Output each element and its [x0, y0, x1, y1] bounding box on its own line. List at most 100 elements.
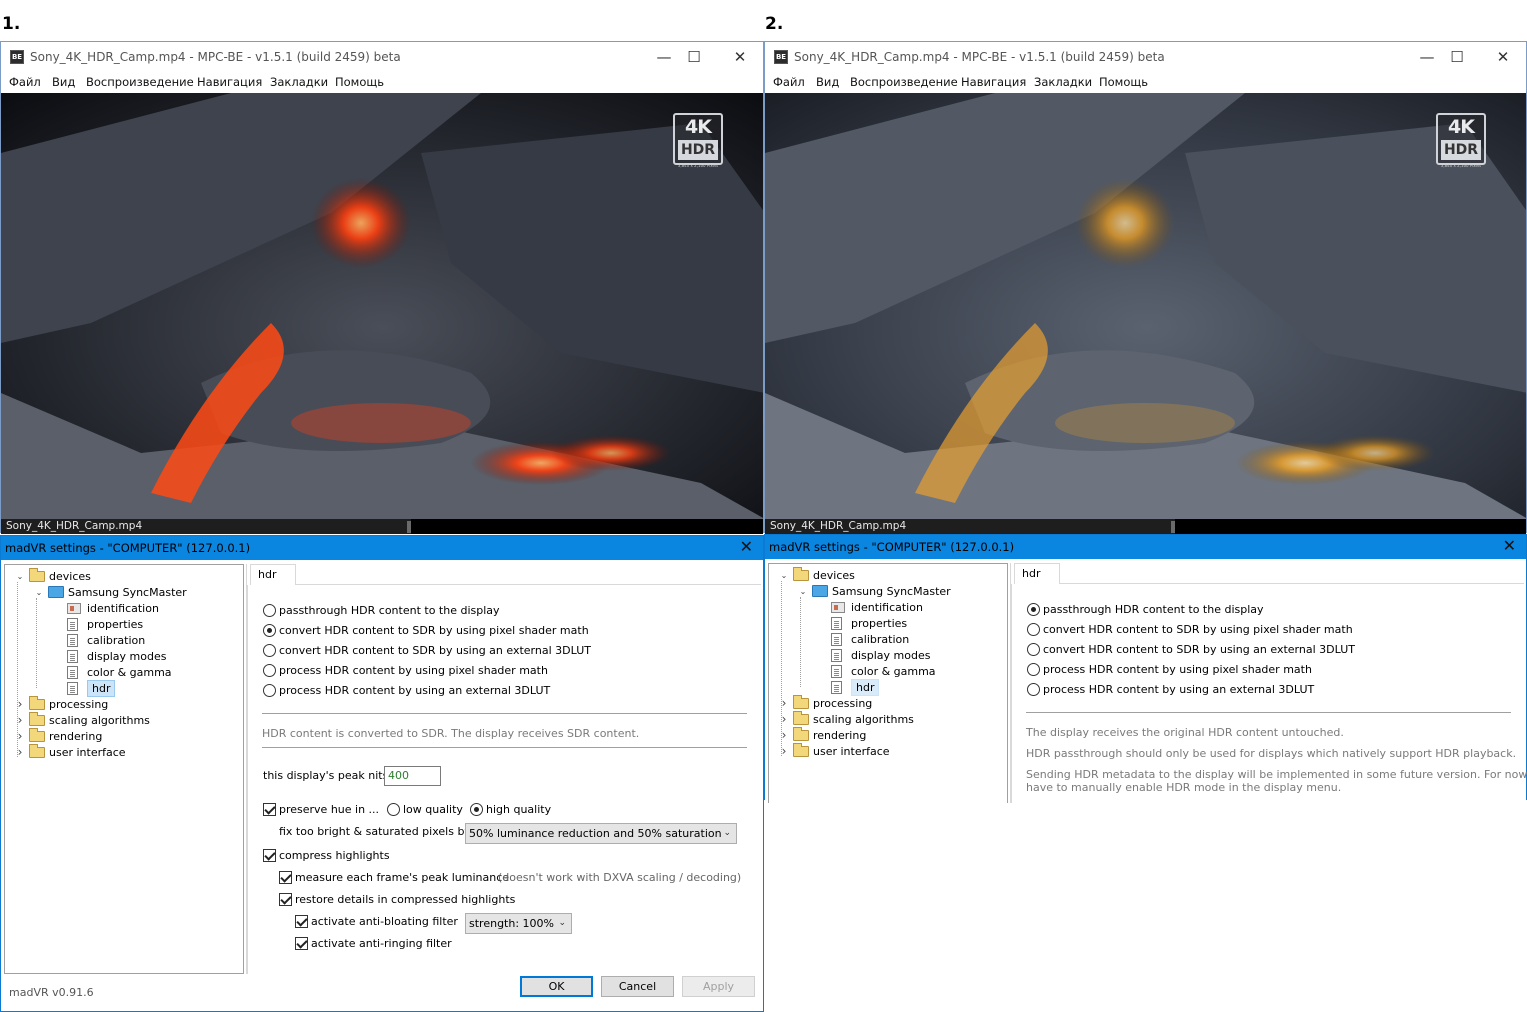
chevron-right-icon[interactable]: ›: [15, 713, 25, 728]
page-icon: [831, 633, 842, 646]
window-title: Sony_4K_HDR_Camp.mp4 - MPC-BE - v1.5.1 (…: [30, 50, 401, 64]
apply-button[interactable]: Apply: [682, 976, 755, 997]
menu-navigation[interactable]: Навигация: [961, 75, 1026, 89]
menu-playback[interactable]: Воспроизведение: [86, 75, 194, 89]
chevron-down-icon[interactable]: ⌄: [34, 585, 44, 600]
video-image-campfire-amber: [765, 93, 1526, 519]
settings-tree: ⌄ devices ⌄ Samsung SyncMaster identific…: [768, 563, 1008, 803]
madvr-title: madVR settings - "COMPUTER" (127.0.0.1): [769, 540, 1015, 554]
menu-bar: Файл Вид Воспроизведение Навигация Закла…: [1, 72, 763, 93]
video-frame[interactable]: 4K HDR 3,840 x 2,160 Pixels: [1, 93, 763, 519]
page-icon: [831, 665, 842, 678]
page-icon: [67, 618, 78, 631]
passthrough-note-2: HDR passthrough should only be used for …: [1026, 747, 1517, 760]
chevron-down-icon[interactable]: ⌄: [779, 568, 789, 583]
menu-bar: Файл Вид Воспроизведение Навигация Закла…: [765, 72, 1526, 93]
panel-1: BE Sony_4K_HDR_Camp.mp4 - MPC-BE - v1.5.…: [0, 41, 764, 1012]
settings-tree: ⌄ devices ⌄ Samsung SyncMaster identific…: [4, 564, 244, 974]
menu-view[interactable]: Вид: [816, 75, 839, 89]
title-bar[interactable]: BE Sony_4K_HDR_Camp.mp4 - MPC-BE - v1.5.…: [1, 42, 763, 72]
chevron-right-icon[interactable]: ›: [779, 696, 789, 711]
page-icon: [67, 650, 78, 663]
close-button[interactable]: ✕: [725, 46, 755, 68]
folder-icon: [29, 712, 45, 726]
seek-track[interactable]: [1175, 519, 1526, 534]
chevron-down-icon[interactable]: ⌄: [15, 569, 25, 584]
chevron-right-icon[interactable]: ›: [15, 729, 25, 744]
tab-hdr[interactable]: hdr: [1014, 563, 1060, 584]
mpc-app-icon: BE: [774, 50, 788, 64]
status-filename: Sony_4K_HDR_Camp.mp4: [6, 520, 143, 532]
madvr-title-bar[interactable]: madVR settings - "COMPUTER" (127.0.0.1) …: [1, 536, 763, 560]
monitor-icon: [48, 586, 64, 598]
menu-playback[interactable]: Воспроизведение: [850, 75, 958, 89]
page-icon: [831, 649, 842, 662]
mpc-app-icon: BE: [10, 50, 24, 64]
badge-hdr-text: HDR: [678, 140, 718, 160]
panel-2: BE Sony_4K_HDR_Camp.mp4 - MPC-BE - v1.5.…: [764, 41, 1527, 803]
menu-file[interactable]: Файл: [773, 75, 805, 89]
fix-pixels-label: fix too bright & saturated pixels by:: [279, 825, 474, 838]
4k-hdr-logo: 4K HDR 3,840 x 2,160 Pixels: [673, 113, 723, 168]
identification-icon: [831, 602, 845, 613]
hdr-settings-content: passthrough HDR content to the display c…: [1011, 584, 1527, 803]
minimize-button[interactable]: —: [649, 46, 679, 68]
page-icon: [831, 617, 842, 630]
madvr-close-icon[interactable]: ✕: [1503, 536, 1516, 555]
peak-nits-label: this display's peak nits:: [263, 769, 393, 782]
menu-navigation[interactable]: Навигация: [197, 75, 262, 89]
passthrough-note-1: The display receives the original HDR co…: [1026, 726, 1344, 739]
passthrough-note-3b: have to manually enable HDR mode in the …: [1026, 781, 1342, 794]
chevron-right-icon[interactable]: ›: [779, 744, 789, 759]
mpc-window: BE Sony_4K_HDR_Camp.mp4 - MPC-BE - v1.5.…: [764, 41, 1527, 534]
maximize-button[interactable]: ☐: [679, 46, 709, 68]
page-icon: [67, 666, 78, 679]
badge-4k-text: 4K: [1448, 116, 1475, 138]
chevron-right-icon[interactable]: ›: [779, 728, 789, 743]
chevron-right-icon[interactable]: ›: [779, 712, 789, 727]
fix-pixels-dropdown[interactable]: 50% luminance reduction and 50% saturati…: [465, 823, 737, 844]
panel-label-1: 1.: [2, 14, 21, 34]
chevron-right-icon[interactable]: ›: [15, 697, 25, 712]
monitor-icon: [812, 585, 828, 597]
badge-resolution-text: 3,840 x 2,160 Pixels: [677, 163, 719, 168]
video-frame[interactable]: 4K HDR 3,840 x 2,160 Pixels: [765, 93, 1526, 519]
page-icon: [67, 634, 78, 647]
menu-help[interactable]: Помощь: [1099, 75, 1148, 89]
badge-4k-text: 4K: [685, 116, 712, 138]
chevron-right-icon[interactable]: ›: [15, 745, 25, 760]
mpc-window: BE Sony_4K_HDR_Camp.mp4 - MPC-BE - v1.5.…: [0, 41, 764, 534]
passthrough-note-3a: Sending HDR metadata to the display will…: [1026, 768, 1527, 781]
strength-dropdown[interactable]: strength: 100% ⌄: [465, 913, 572, 934]
folder-icon: [793, 695, 809, 709]
folder-icon: [29, 696, 45, 710]
menu-bookmarks[interactable]: Закладки: [270, 75, 328, 89]
page-icon: [831, 681, 842, 694]
seek-track[interactable]: [411, 519, 763, 534]
chevron-down-icon: ⌄: [558, 918, 566, 928]
madvr-title-bar[interactable]: madVR settings - "COMPUTER" (127.0.0.1) …: [765, 535, 1526, 559]
title-bar[interactable]: BE Sony_4K_HDR_Camp.mp4 - MPC-BE - v1.5.…: [765, 42, 1526, 72]
madvr-close-icon[interactable]: ✕: [740, 537, 753, 556]
menu-bookmarks[interactable]: Закладки: [1034, 75, 1092, 89]
status-bar: Sony_4K_HDR_Camp.mp4: [1, 519, 763, 534]
menu-help[interactable]: Помощь: [335, 75, 384, 89]
madvr-settings-dialog: madVR settings - "COMPUTER" (127.0.0.1) …: [764, 534, 1527, 803]
chevron-down-icon[interactable]: ⌄: [798, 584, 808, 599]
status-bar: Sony_4K_HDR_Camp.mp4: [765, 519, 1526, 534]
tab-hdr[interactable]: hdr: [250, 564, 296, 585]
panel-label-2: 2.: [765, 14, 784, 34]
ok-button[interactable]: OK: [520, 976, 593, 997]
close-button[interactable]: ✕: [1488, 46, 1518, 68]
folder-icon: [29, 744, 45, 758]
dialog-footer: madVR v0.91.6 OK Cancel Apply: [1, 973, 763, 1011]
minimize-button[interactable]: —: [1412, 46, 1442, 68]
menu-file[interactable]: Файл: [9, 75, 41, 89]
peak-nits-input[interactable]: 400: [384, 766, 441, 786]
cancel-button[interactable]: Cancel: [601, 976, 674, 997]
maximize-button[interactable]: ☐: [1442, 46, 1472, 68]
madvr-settings-dialog: madVR settings - "COMPUTER" (127.0.0.1) …: [0, 535, 764, 1012]
hdr-note: HDR content is converted to SDR. The dis…: [262, 727, 640, 740]
menu-view[interactable]: Вид: [52, 75, 75, 89]
badge-hdr-text: HDR: [1441, 140, 1481, 160]
